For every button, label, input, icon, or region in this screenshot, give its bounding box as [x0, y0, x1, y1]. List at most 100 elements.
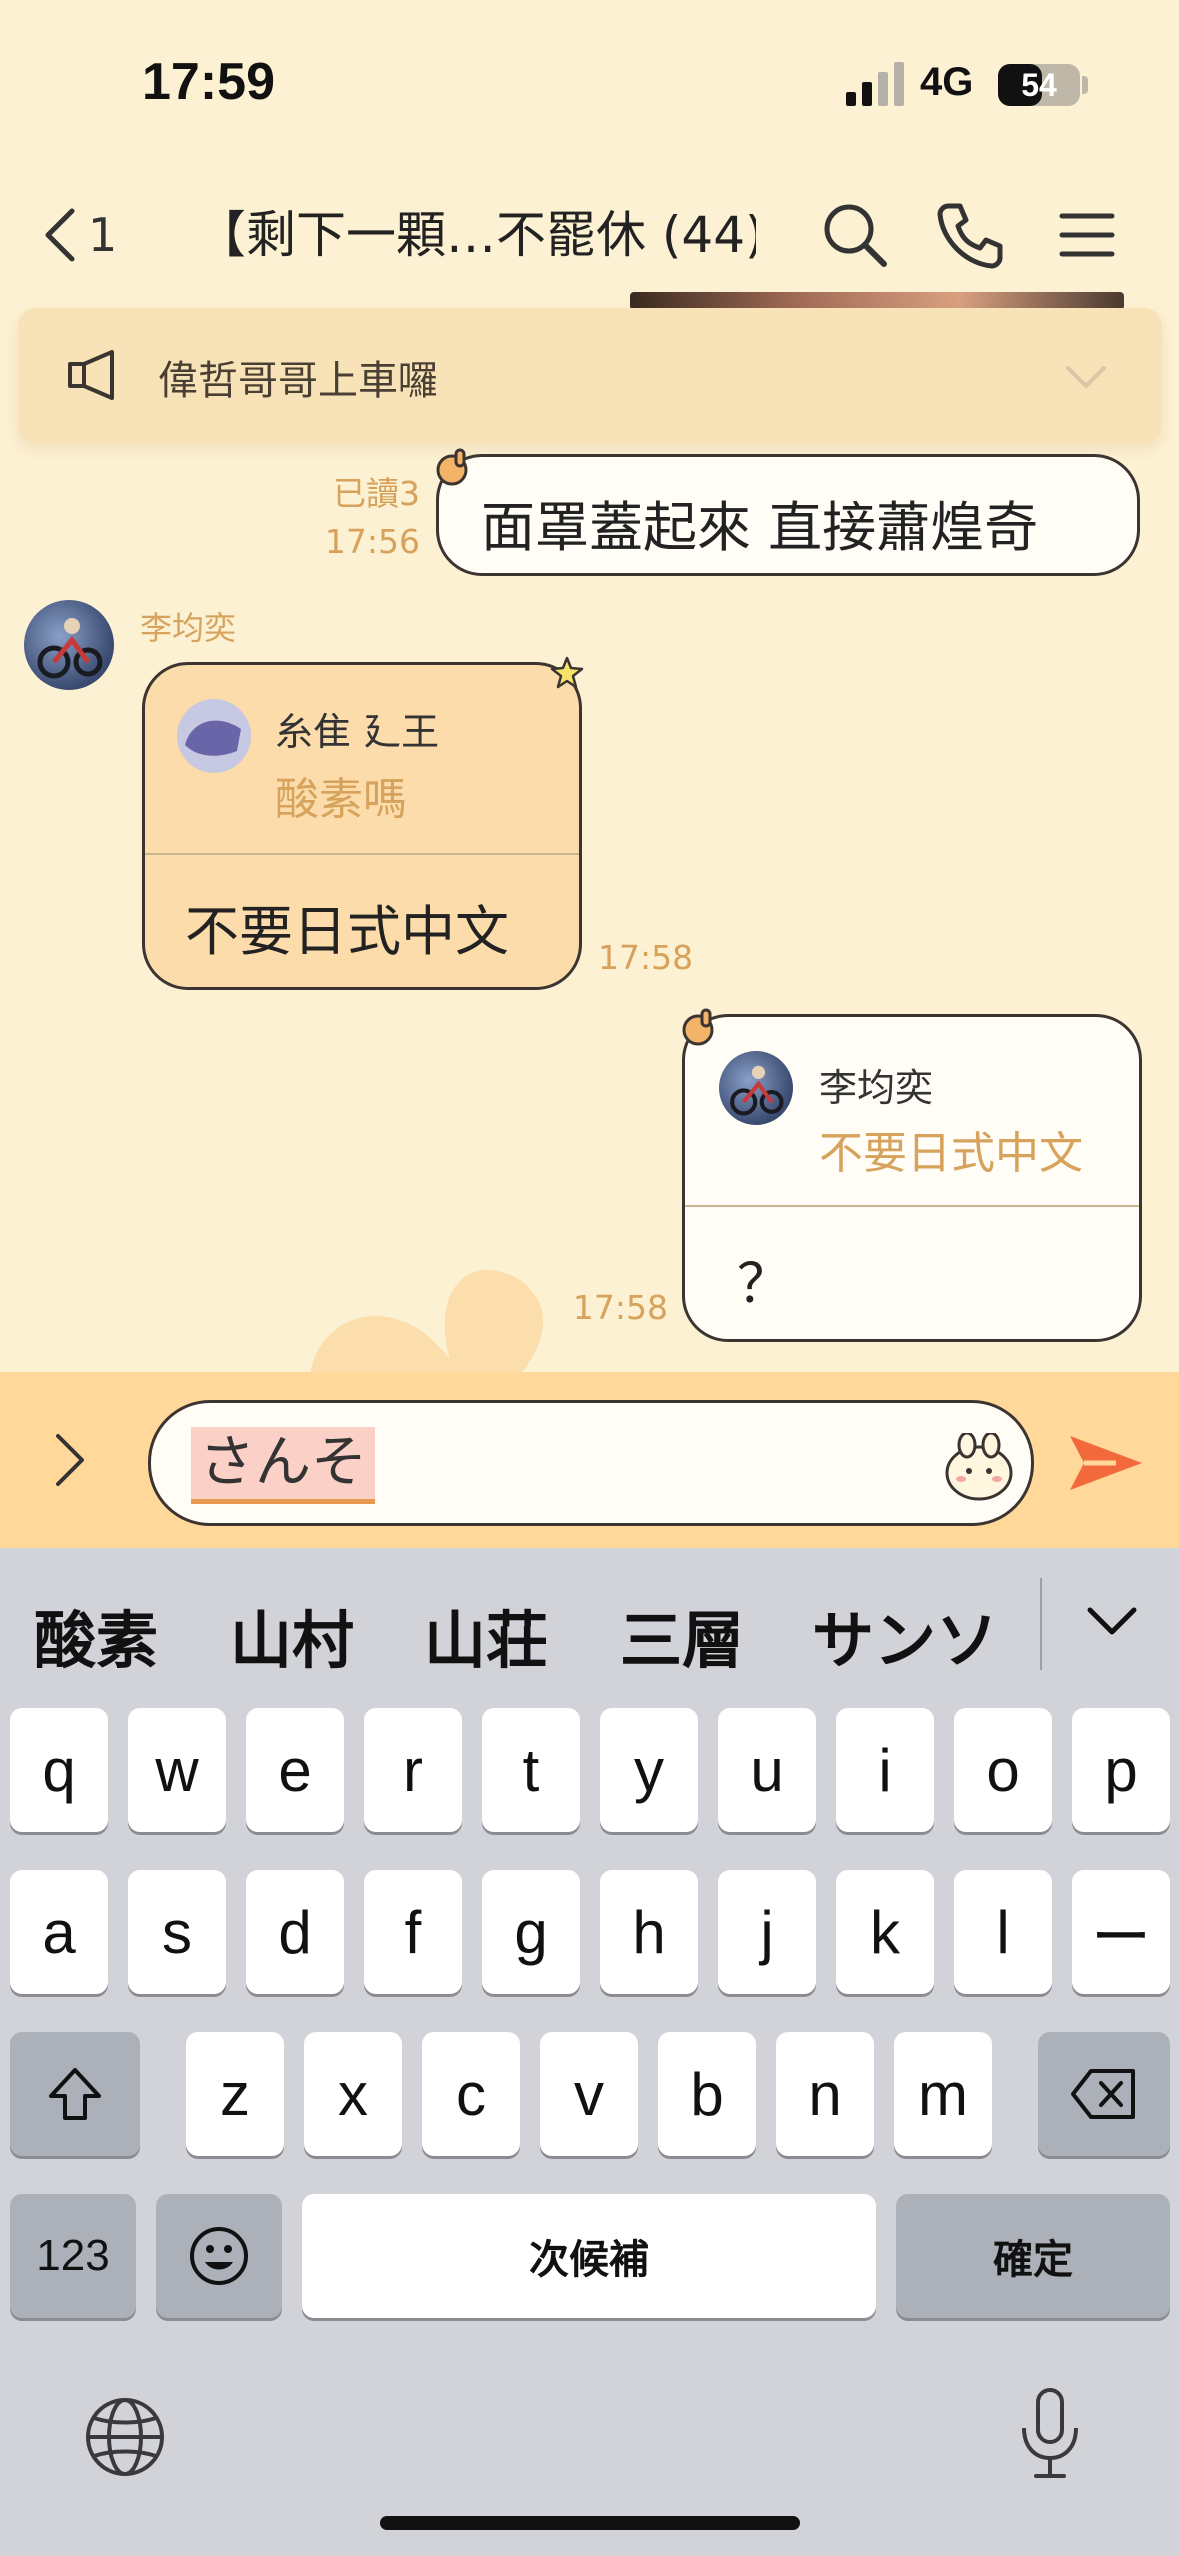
key-x[interactable]: x: [304, 2032, 402, 2156]
send-icon[interactable]: [1066, 1432, 1146, 1494]
key-v[interactable]: v: [540, 2032, 638, 2156]
expand-candidates-icon[interactable]: [1084, 1604, 1140, 1640]
reply-avatar-image: [185, 720, 241, 756]
message-input-bar: さんそ: [0, 1372, 1179, 1548]
key-k[interactable]: k: [836, 1870, 934, 1994]
reply-quoted-text: 酸素嗎: [275, 774, 407, 825]
network-type: 4G: [920, 60, 974, 104]
sticker-icon[interactable]: [941, 1433, 1017, 1501]
expand-chevron-icon[interactable]: [50, 1430, 90, 1490]
announcement-banner[interactable]: 偉哲哥哥上車囉: [18, 308, 1162, 444]
key-f[interactable]: f: [364, 1870, 462, 1994]
announcement-text: 偉哲哥哥上車囉: [158, 358, 438, 404]
backspace-icon: [1071, 2069, 1135, 2119]
message-time: 17:58: [572, 1288, 668, 1327]
key-s[interactable]: s: [128, 1870, 226, 1994]
candidate-separator: [1040, 1578, 1042, 1670]
key-d[interactable]: d: [246, 1870, 344, 1994]
reply-divider: [145, 853, 579, 855]
message-bubble-outgoing[interactable]: 李均奕 不要日式中文 ？: [682, 1014, 1142, 1342]
shift-key[interactable]: [10, 2032, 140, 2156]
reply-quoted-text: 不要日式中文: [819, 1128, 1083, 1179]
megaphone-icon: [68, 350, 114, 400]
key-w[interactable]: w: [128, 1708, 226, 1832]
reply-sender-name: 李均奕: [819, 1066, 934, 1110]
confirm-key[interactable]: 確定: [896, 2194, 1170, 2318]
chat-title[interactable]: 【剩下一顆…不罷休 (44): [196, 200, 756, 270]
menu-icon[interactable]: [1050, 198, 1124, 272]
key-n[interactable]: n: [776, 2032, 874, 2156]
emoji-icon: [190, 2227, 248, 2285]
sender-avatar[interactable]: [24, 600, 114, 690]
reply-avatar: [719, 1051, 793, 1125]
status-bar: 17:59 4G 54: [0, 0, 1179, 170]
phone-icon[interactable]: [934, 198, 1008, 272]
candidate-2[interactable]: 山村: [230, 1590, 354, 1680]
bubble-star-icon: [550, 656, 584, 689]
home-indicator[interactable]: [380, 2516, 800, 2530]
key-c[interactable]: c: [422, 2032, 520, 2156]
candidate-bar: 酸素 山村 山荘 三層 サンソ: [0, 1548, 1179, 1708]
reply-divider: [685, 1205, 1139, 1207]
key-q[interactable]: q: [10, 1708, 108, 1832]
key-e[interactable]: e: [246, 1708, 344, 1832]
key-m[interactable]: m: [894, 2032, 992, 2156]
message-input[interactable]: さんそ: [148, 1400, 1034, 1526]
globe-icon[interactable]: [82, 2394, 168, 2480]
next-candidate-key[interactable]: 次候補: [302, 2194, 876, 2318]
message-text: 不要日式中文: [185, 900, 509, 963]
key-z[interactable]: z: [186, 2032, 284, 2156]
key-t[interactable]: t: [482, 1708, 580, 1832]
read-receipt: 已讀3: [333, 474, 420, 513]
unread-count: 1: [88, 208, 118, 262]
key-long-vowel[interactable]: ー: [1072, 1870, 1170, 1994]
key-y[interactable]: y: [600, 1708, 698, 1832]
input-composing-text: さんそ: [191, 1427, 375, 1504]
search-icon[interactable]: [818, 198, 892, 272]
message-text: 面罩蓋起來 直接蕭煌奇: [481, 496, 1039, 559]
key-b[interactable]: b: [658, 2032, 756, 2156]
candidate-4[interactable]: 三層: [620, 1590, 744, 1680]
shift-icon: [49, 2068, 101, 2120]
candidate-1[interactable]: 酸素: [34, 1590, 158, 1680]
key-g[interactable]: g: [482, 1870, 580, 1994]
avatar-image: [37, 618, 103, 679]
back-button[interactable]: 1: [40, 200, 130, 270]
microphone-icon[interactable]: [1014, 2386, 1086, 2482]
message-time: 17:56: [324, 522, 420, 561]
emoji-key[interactable]: [156, 2194, 282, 2318]
key-h[interactable]: h: [600, 1870, 698, 1994]
key-j[interactable]: j: [718, 1870, 816, 1994]
numbers-key[interactable]: 123: [10, 2194, 136, 2318]
battery-cap: [1082, 76, 1088, 94]
candidate-5[interactable]: サンソ: [812, 1590, 998, 1680]
key-r[interactable]: r: [364, 1708, 462, 1832]
keyboard: 酸素 山村 山荘 三層 サンソ q w e r t y u i o p a s …: [0, 1548, 1179, 2556]
key-o[interactable]: o: [954, 1708, 1052, 1832]
battery-level: 54: [1021, 67, 1057, 103]
chevron-down-icon[interactable]: [1064, 364, 1108, 390]
candidate-3[interactable]: 山荘: [424, 1590, 548, 1680]
battery-icon: 54: [998, 64, 1080, 106]
key-p[interactable]: p: [1072, 1708, 1170, 1832]
bubble-hand-icon: [436, 448, 468, 486]
status-time: 17:59: [142, 53, 275, 111]
sender-name: 李均奕: [140, 609, 237, 647]
message-time: 17:58: [598, 938, 694, 977]
key-l[interactable]: l: [954, 1870, 1052, 1994]
signal-icon: [846, 62, 904, 106]
back-chevron-icon: [45, 208, 75, 262]
bubble-hand-icon: [682, 1008, 714, 1046]
delete-key[interactable]: [1038, 2032, 1170, 2156]
reply-avatar-image: [730, 1065, 784, 1116]
reply-avatar: [177, 699, 251, 773]
message-text: ？: [737, 1252, 791, 1315]
key-a[interactable]: a: [10, 1870, 108, 1994]
message-bubble-outgoing[interactable]: 面罩蓋起來 直接蕭煌奇: [436, 454, 1140, 576]
message-meta: 已讀3 17:56: [300, 470, 420, 566]
key-i[interactable]: i: [836, 1708, 934, 1832]
chat-header: 1 【剩下一顆…不罷休 (44): [0, 170, 1179, 300]
reply-sender-name: 糸隹 廴王: [275, 710, 440, 754]
key-u[interactable]: u: [718, 1708, 816, 1832]
message-bubble-incoming[interactable]: 糸隹 廴王 酸素嗎 不要日式中文: [142, 662, 582, 990]
